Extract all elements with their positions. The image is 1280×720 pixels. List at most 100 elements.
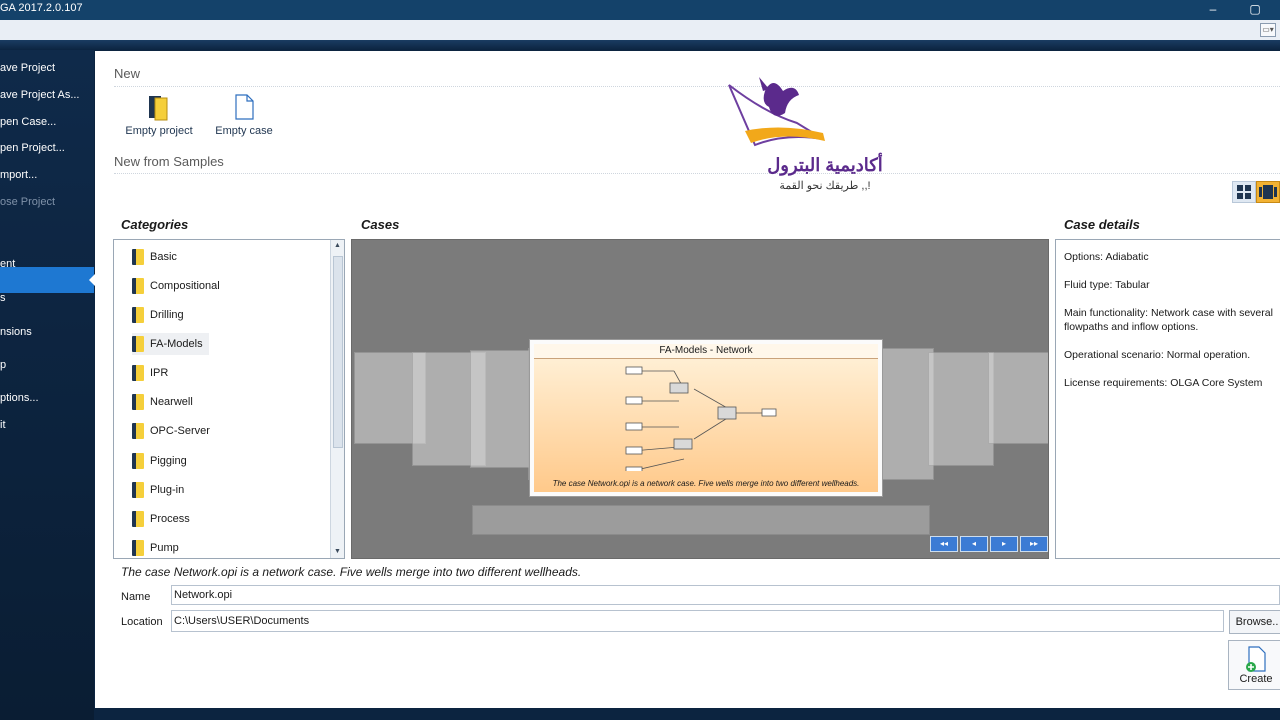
title-bar: GA 2017.2.0.107 – ▢ — [0, 0, 1280, 20]
location-input[interactable] — [171, 610, 1224, 632]
grid-icon — [1237, 185, 1251, 199]
folder-icon — [132, 336, 144, 353]
categories-scrollbar[interactable]: ▲ ▼ — [330, 240, 344, 558]
divider — [114, 173, 1280, 174]
category-label: Plug-in — [150, 484, 185, 496]
category-label: Pump — [150, 542, 179, 554]
quick-access-bar: ▭▾ — [0, 20, 1280, 40]
ribbon-edge — [0, 40, 1280, 50]
category-label: Pigging — [150, 455, 187, 467]
category-label: FA-Models — [150, 338, 203, 350]
category-drilling[interactable]: Drilling — [132, 304, 184, 326]
cases-coverflow[interactable]: FA-Models - Network The case Network.opi… — [351, 239, 1049, 559]
sidebar-item-recent[interactable]: ent — [0, 254, 15, 274]
category-fa-models[interactable]: FA-Models — [132, 333, 209, 355]
case-details-header: Case details — [1064, 217, 1140, 232]
filmstrip-icon — [1259, 185, 1277, 199]
document-icon — [235, 94, 254, 120]
open-case-item[interactable]: pen Case... — [0, 112, 56, 132]
maximize-button[interactable]: ▢ — [1240, 0, 1270, 20]
reflection — [472, 505, 930, 535]
name-label: Name — [121, 591, 151, 603]
previous-case-button[interactable]: ◂ — [960, 536, 988, 552]
folder-icon — [132, 249, 144, 266]
folder-icon — [132, 307, 144, 324]
main-panel: New Empty project Empty case New from Sa… — [95, 51, 1280, 708]
sidebar-item-exit[interactable]: it — [0, 415, 6, 435]
category-process[interactable]: Process — [132, 508, 190, 530]
logo-tagline: طريقك نحو القمة ,,! — [779, 180, 871, 192]
close-project-item[interactable]: ose Project — [0, 192, 55, 212]
detail-fluid-type: Fluid type: Tabular — [1064, 279, 1150, 291]
category-nearwell[interactable]: Nearwell — [132, 391, 193, 413]
detail-license: License requirements: OLGA Core System — [1064, 377, 1263, 389]
sidebar-item-options[interactable]: ptions... — [0, 388, 39, 408]
create-label: Create — [1239, 673, 1273, 685]
first-case-button[interactable]: ◂◂ — [930, 536, 958, 552]
category-ipr[interactable]: IPR — [132, 362, 168, 384]
case-description-text: The case Network.opi is a network case. … — [121, 565, 582, 579]
browse-button[interactable]: Browse.. — [1229, 610, 1280, 634]
save-project-item[interactable]: ave Project — [0, 58, 55, 78]
scroll-down-icon[interactable]: ▼ — [331, 546, 344, 558]
open-project-item[interactable]: pen Project... — [0, 138, 65, 158]
folder-icon — [132, 540, 144, 557]
last-case-button[interactable]: ▸▸ — [1020, 536, 1048, 552]
category-basic[interactable]: Basic — [132, 246, 177, 268]
location-label: Location — [121, 616, 163, 628]
minimize-button[interactable]: – — [1198, 0, 1228, 20]
scroll-up-icon[interactable]: ▲ — [331, 240, 344, 252]
book-bird-logo-icon — [728, 77, 825, 147]
backstage-sidebar: ave Project ave Project As... pen Case..… — [0, 50, 95, 720]
category-label: Compositional — [150, 280, 220, 292]
detail-options: Options: Adiabatic — [1064, 251, 1149, 263]
category-label: Basic — [150, 251, 177, 263]
category-label: IPR — [150, 367, 169, 379]
selected-case-card[interactable]: FA-Models - Network The case Network.opi… — [530, 340, 882, 496]
category-label: Drilling — [150, 309, 184, 321]
new-document-icon — [1246, 646, 1266, 672]
coverflow-view-button[interactable] — [1256, 181, 1280, 203]
grid-view-button[interactable] — [1232, 181, 1256, 203]
sidebar-item-help[interactable]: p — [0, 355, 6, 375]
academy-logo: أكاديمية البترول طريقك نحو القمة ,,! — [725, 73, 935, 203]
view-toggle — [1232, 179, 1280, 203]
sidebar-item-tools[interactable]: s — [0, 288, 6, 308]
project-folder-icon — [149, 96, 168, 121]
category-pigging[interactable]: Pigging — [132, 450, 187, 472]
folder-icon — [132, 278, 144, 295]
import-item[interactable]: mport... — [0, 165, 37, 185]
next-case-button[interactable]: ▸ — [990, 536, 1018, 552]
folder-icon — [132, 511, 144, 528]
case-card-title: FA-Models - Network — [534, 344, 878, 359]
divider — [114, 86, 1280, 87]
create-button[interactable]: Create — [1228, 640, 1280, 690]
category-compositional[interactable]: Compositional — [132, 275, 220, 297]
scroll-thumb[interactable] — [333, 256, 343, 448]
case-card-description: The case Network.opi is a network case. … — [552, 479, 860, 488]
folder-icon — [132, 453, 144, 470]
window-options-icon[interactable]: ▭▾ — [1260, 23, 1276, 37]
empty-case-tile[interactable]: Empty case — [204, 93, 284, 137]
categories-list[interactable]: Basic Compositional Drilling FA-Models I… — [113, 239, 345, 559]
detail-main-functionality: Main functionality: Network case with se… — [1064, 307, 1273, 333]
network-diagram-icon — [625, 366, 777, 474]
name-input[interactable] — [171, 585, 1280, 605]
category-label: OPC-Server — [150, 425, 210, 437]
folder-icon — [132, 423, 144, 440]
category-label: Process — [150, 513, 190, 525]
case-preview-thumb[interactable] — [988, 352, 1048, 444]
category-pump[interactable]: Pump — [132, 537, 179, 558]
categories-header: Categories — [121, 217, 189, 232]
category-opc-server[interactable]: OPC-Server — [132, 420, 210, 442]
logo-title: أكاديمية البترول — [767, 155, 883, 175]
folder-icon — [132, 365, 144, 382]
empty-case-label: Empty case — [215, 125, 273, 137]
save-project-as-item[interactable]: ave Project As... — [0, 85, 79, 105]
case-preview-thumb[interactable] — [928, 352, 994, 466]
sidebar-item-extensions[interactable]: nsions — [0, 322, 32, 342]
category-plug-in[interactable]: Plug-in — [132, 479, 184, 501]
samples-section-title: New from Samples — [114, 154, 224, 169]
window-title: GA 2017.2.0.107 — [0, 2, 83, 14]
empty-project-tile[interactable]: Empty project — [119, 93, 199, 137]
